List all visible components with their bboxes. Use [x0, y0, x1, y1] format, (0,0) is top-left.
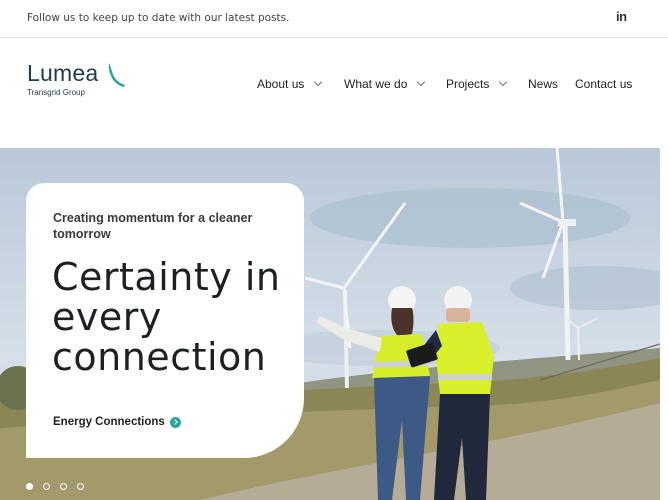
- slide-dot[interactable]: [43, 483, 50, 490]
- slide-dot[interactable]: [26, 483, 33, 490]
- hero-card: Creating momentum for a cleaner tomorrow…: [26, 183, 304, 458]
- hero-tagline: Creating momentum for a cleaner tomorrow: [53, 211, 253, 241]
- slider-pagination: [26, 483, 84, 490]
- nav-what-we-do[interactable]: What we do: [344, 77, 426, 91]
- nav-about-us[interactable]: About us: [257, 77, 323, 91]
- top-bar: Follow us to keep up to date with our la…: [0, 0, 668, 38]
- nav-label: News: [528, 77, 559, 91]
- chevron-down-icon: [499, 77, 508, 87]
- follow-text: Follow us to keep up to date with our la…: [27, 12, 290, 24]
- hero-headline: Certainty in every connection: [52, 255, 281, 379]
- leaf-logo-icon: [108, 63, 125, 87]
- nav-label: Contact us: [575, 77, 633, 91]
- slide-dot[interactable]: [77, 483, 84, 490]
- chevron-down-icon: [417, 77, 426, 87]
- nav-label: About us: [257, 77, 305, 91]
- arrow-right-icon: [169, 416, 181, 428]
- energy-connections-link[interactable]: Energy Connections: [53, 416, 181, 428]
- brand-subtitle: Transgrid Group: [27, 88, 85, 97]
- linkedin-icon[interactable]: in: [616, 9, 627, 24]
- hero-banner: Creating momentum for a cleaner tomorrow…: [0, 148, 660, 500]
- chevron-down-icon: [314, 77, 323, 87]
- nav-projects[interactable]: Projects: [446, 77, 508, 91]
- cta-label: Energy Connections: [53, 416, 165, 428]
- lumea-logo[interactable]: Lumea Transgrid Group: [27, 60, 125, 97]
- nav-label: What we do: [344, 77, 408, 91]
- site-header: Lumea Transgrid Group About us What we d…: [0, 38, 668, 148]
- slide-dot[interactable]: [60, 483, 67, 490]
- nav-label: Projects: [446, 77, 490, 91]
- brand-name: Lumea: [27, 60, 99, 86]
- nav-contact-us[interactable]: Contact us: [575, 77, 632, 91]
- nav-news[interactable]: News: [528, 77, 558, 91]
